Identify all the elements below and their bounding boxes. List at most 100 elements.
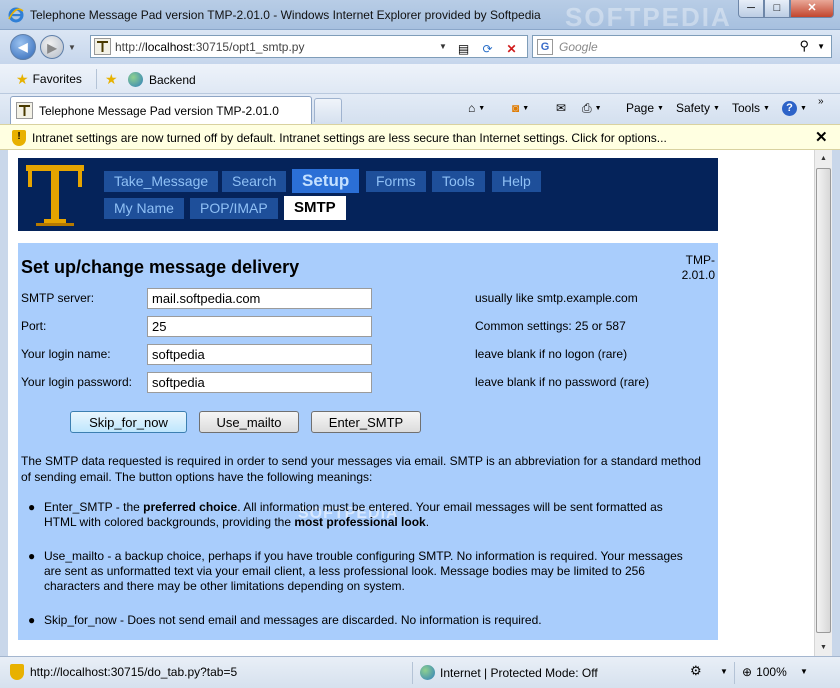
nav-forms[interactable]: Forms xyxy=(366,171,426,192)
close-button[interactable]: ✕ xyxy=(790,0,834,18)
security-zone-label: Internet | Protected Mode: Off xyxy=(440,665,598,680)
app-header: Take_Message Search Setup Forms Tools He… xyxy=(18,158,718,231)
home-button[interactable]: ⌂ ▼ xyxy=(468,101,485,115)
compatibility-view-icon[interactable]: ▤ xyxy=(453,40,474,58)
smtp-server-row: SMTP server: usually like smtp.example.c… xyxy=(21,288,711,310)
zoom-magnifier-icon: ⊕ xyxy=(742,665,753,679)
zoom-dropdown-icon[interactable]: ▼ xyxy=(800,667,808,676)
use-mailto-button[interactable]: Use_mailto xyxy=(199,411,299,433)
favorites-label: Favorites xyxy=(32,72,82,86)
bullet-use-mailto: ● Use_mailto - a backup choice, perhaps … xyxy=(28,549,683,593)
bullet-enter-smtp: ● Enter_SMTP - the preferred choice. All… xyxy=(28,500,663,529)
bullet-dot: ● xyxy=(28,500,36,514)
mail-icon: ✉ xyxy=(556,101,567,115)
minimize-button[interactable]: ─ xyxy=(738,0,764,18)
refresh-icon[interactable]: ⟳ xyxy=(477,40,498,58)
address-bar[interactable]: http://localhost:30715/opt1_smtp.py ▼ ▤ … xyxy=(90,35,528,58)
home-icon: ⌂ xyxy=(468,101,476,115)
forward-button[interactable]: ▶ xyxy=(40,35,64,59)
login-password-input[interactable] xyxy=(147,372,372,393)
login-name-input[interactable] xyxy=(147,344,372,365)
nav-take-message[interactable]: Take_Message xyxy=(104,171,219,192)
scrollbar-thumb[interactable] xyxy=(816,168,831,633)
port-input[interactable] xyxy=(147,316,372,337)
scroll-up-arrow-icon[interactable]: ▲ xyxy=(815,150,832,167)
window-title-bar[interactable]: Telephone Message Pad version TMP-2.01.0… xyxy=(0,0,840,32)
protected-mode-shield-icon[interactable]: ⚙ xyxy=(690,663,702,679)
nav-search[interactable]: Search xyxy=(222,171,287,192)
address-url[interactable]: http://localhost:30715/opt1_smtp.py xyxy=(115,40,304,54)
more-commands-chevron-icon[interactable]: » xyxy=(818,96,824,107)
tab-telephone-message-pad[interactable]: Telephone Message Pad version TMP-2.01.0 xyxy=(10,96,312,124)
internet-explorer-icon xyxy=(8,7,24,23)
maximize-button[interactable]: □ xyxy=(764,0,790,18)
favorite-link-backend[interactable]: Backend xyxy=(128,72,196,87)
close-information-bar-button[interactable]: ✕ xyxy=(815,128,828,146)
smtp-setup-panel: Set up/change message delivery TMP- 2.01.… xyxy=(18,243,718,640)
information-bar-message[interactable]: Intranet settings are now turned off by … xyxy=(32,131,667,145)
smtp-server-label: SMTP server: xyxy=(21,291,95,305)
address-dropdown-icon[interactable]: ▼ xyxy=(439,42,447,51)
login-password-label: Your login password: xyxy=(21,375,132,389)
vertical-scrollbar[interactable]: ▲ ▼ xyxy=(814,150,832,656)
login-name-row: Your login name: leave blank if no logon… xyxy=(21,344,711,366)
search-box[interactable]: G Google ⚲ ▼ xyxy=(532,35,832,58)
tab-bar: Telephone Message Pad version TMP-2.01.0… xyxy=(0,94,840,124)
zoom-value: 100% xyxy=(756,665,787,679)
smtp-server-hint: usually like smtp.example.com xyxy=(475,291,638,305)
status-divider xyxy=(734,662,735,684)
history-dropdown-icon[interactable]: ▼ xyxy=(68,43,76,52)
login-name-hint: leave blank if no logon (rare) xyxy=(475,347,628,361)
subnav-pop-imap[interactable]: POP/IMAP xyxy=(190,198,278,219)
help-menu[interactable]: ? ▼ xyxy=(782,101,807,116)
favorites-divider xyxy=(96,69,97,89)
safety-menu[interactable]: Safety ▼ xyxy=(676,101,720,115)
bullet-dot: ● xyxy=(28,613,36,627)
version-label: TMP- 2.01.0 xyxy=(681,253,715,282)
internet-zone-globe-icon xyxy=(420,665,435,680)
feeds-button[interactable]: ◙ ▼ xyxy=(512,101,529,115)
zoom-level[interactable]: ⊕ 100% xyxy=(742,665,787,679)
google-logo-icon: G xyxy=(537,39,553,55)
search-placeholder[interactable]: Google xyxy=(559,40,598,54)
nav-tools[interactable]: Tools xyxy=(432,171,485,192)
add-to-favorites-icon[interactable]: ★ xyxy=(105,71,118,88)
tab-favicon-icon xyxy=(16,102,33,119)
site-favicon-icon xyxy=(94,38,111,55)
nav-help[interactable]: Help xyxy=(492,171,541,192)
printer-icon: ⎙ xyxy=(582,101,592,115)
page-title: Set up/change message delivery xyxy=(21,257,300,277)
search-icon[interactable]: ⚲ xyxy=(799,38,809,54)
login-password-hint: leave blank if no password (rare) xyxy=(475,375,650,389)
page-viewport: Take_Message Search Setup Forms Tools He… xyxy=(8,150,814,656)
backend-link-label: Backend xyxy=(149,72,196,87)
skip-for-now-button[interactable]: Skip_for_now xyxy=(70,411,187,433)
tmp-logo-icon xyxy=(24,161,86,228)
subnav-smtp[interactable]: SMTP xyxy=(284,196,346,220)
information-bar[interactable]: ! Intranet settings are now turned off b… xyxy=(0,124,840,150)
window-controls: ─ □ ✕ xyxy=(738,0,834,20)
page-menu[interactable]: Page ▼ xyxy=(626,101,664,115)
security-shield-icon: ! xyxy=(12,130,26,146)
enter-smtp-button[interactable]: Enter_SMTP xyxy=(311,411,421,433)
scroll-down-arrow-icon[interactable]: ▼ xyxy=(815,639,832,656)
subnav-my-name[interactable]: My Name xyxy=(104,198,184,219)
print-button[interactable]: ⎙ ▼ xyxy=(582,101,602,116)
tools-menu[interactable]: Tools ▼ xyxy=(732,101,770,115)
status-bar: http://localhost:30715/do_tab.py?tab=5 I… xyxy=(0,656,840,688)
security-zone[interactable]: Internet | Protected Mode: Off xyxy=(420,665,598,680)
search-options-dropdown-icon[interactable]: ▼ xyxy=(817,42,825,51)
nav-setup[interactable]: Setup xyxy=(292,169,360,193)
navigation-bar: ◀ ▶ ▼ http://localhost:30715/opt1_smtp.p… xyxy=(0,30,840,64)
read-mail-button[interactable]: ✉ xyxy=(556,101,566,115)
popup-options-dropdown-icon[interactable]: ▼ xyxy=(720,667,728,676)
window-title: Telephone Message Pad version TMP-2.01.0… xyxy=(30,8,541,22)
status-url: http://localhost:30715/do_tab.py?tab=5 xyxy=(30,665,238,679)
favorites-star-icon: ★ xyxy=(16,71,29,87)
smtp-server-input[interactable] xyxy=(147,288,372,309)
port-label: Port: xyxy=(21,319,47,333)
new-tab-button[interactable] xyxy=(314,98,342,122)
favorites-button[interactable]: ★ Favorites xyxy=(16,72,82,86)
stop-icon[interactable]: ✕ xyxy=(501,40,522,58)
back-button[interactable]: ◀ xyxy=(10,34,36,60)
